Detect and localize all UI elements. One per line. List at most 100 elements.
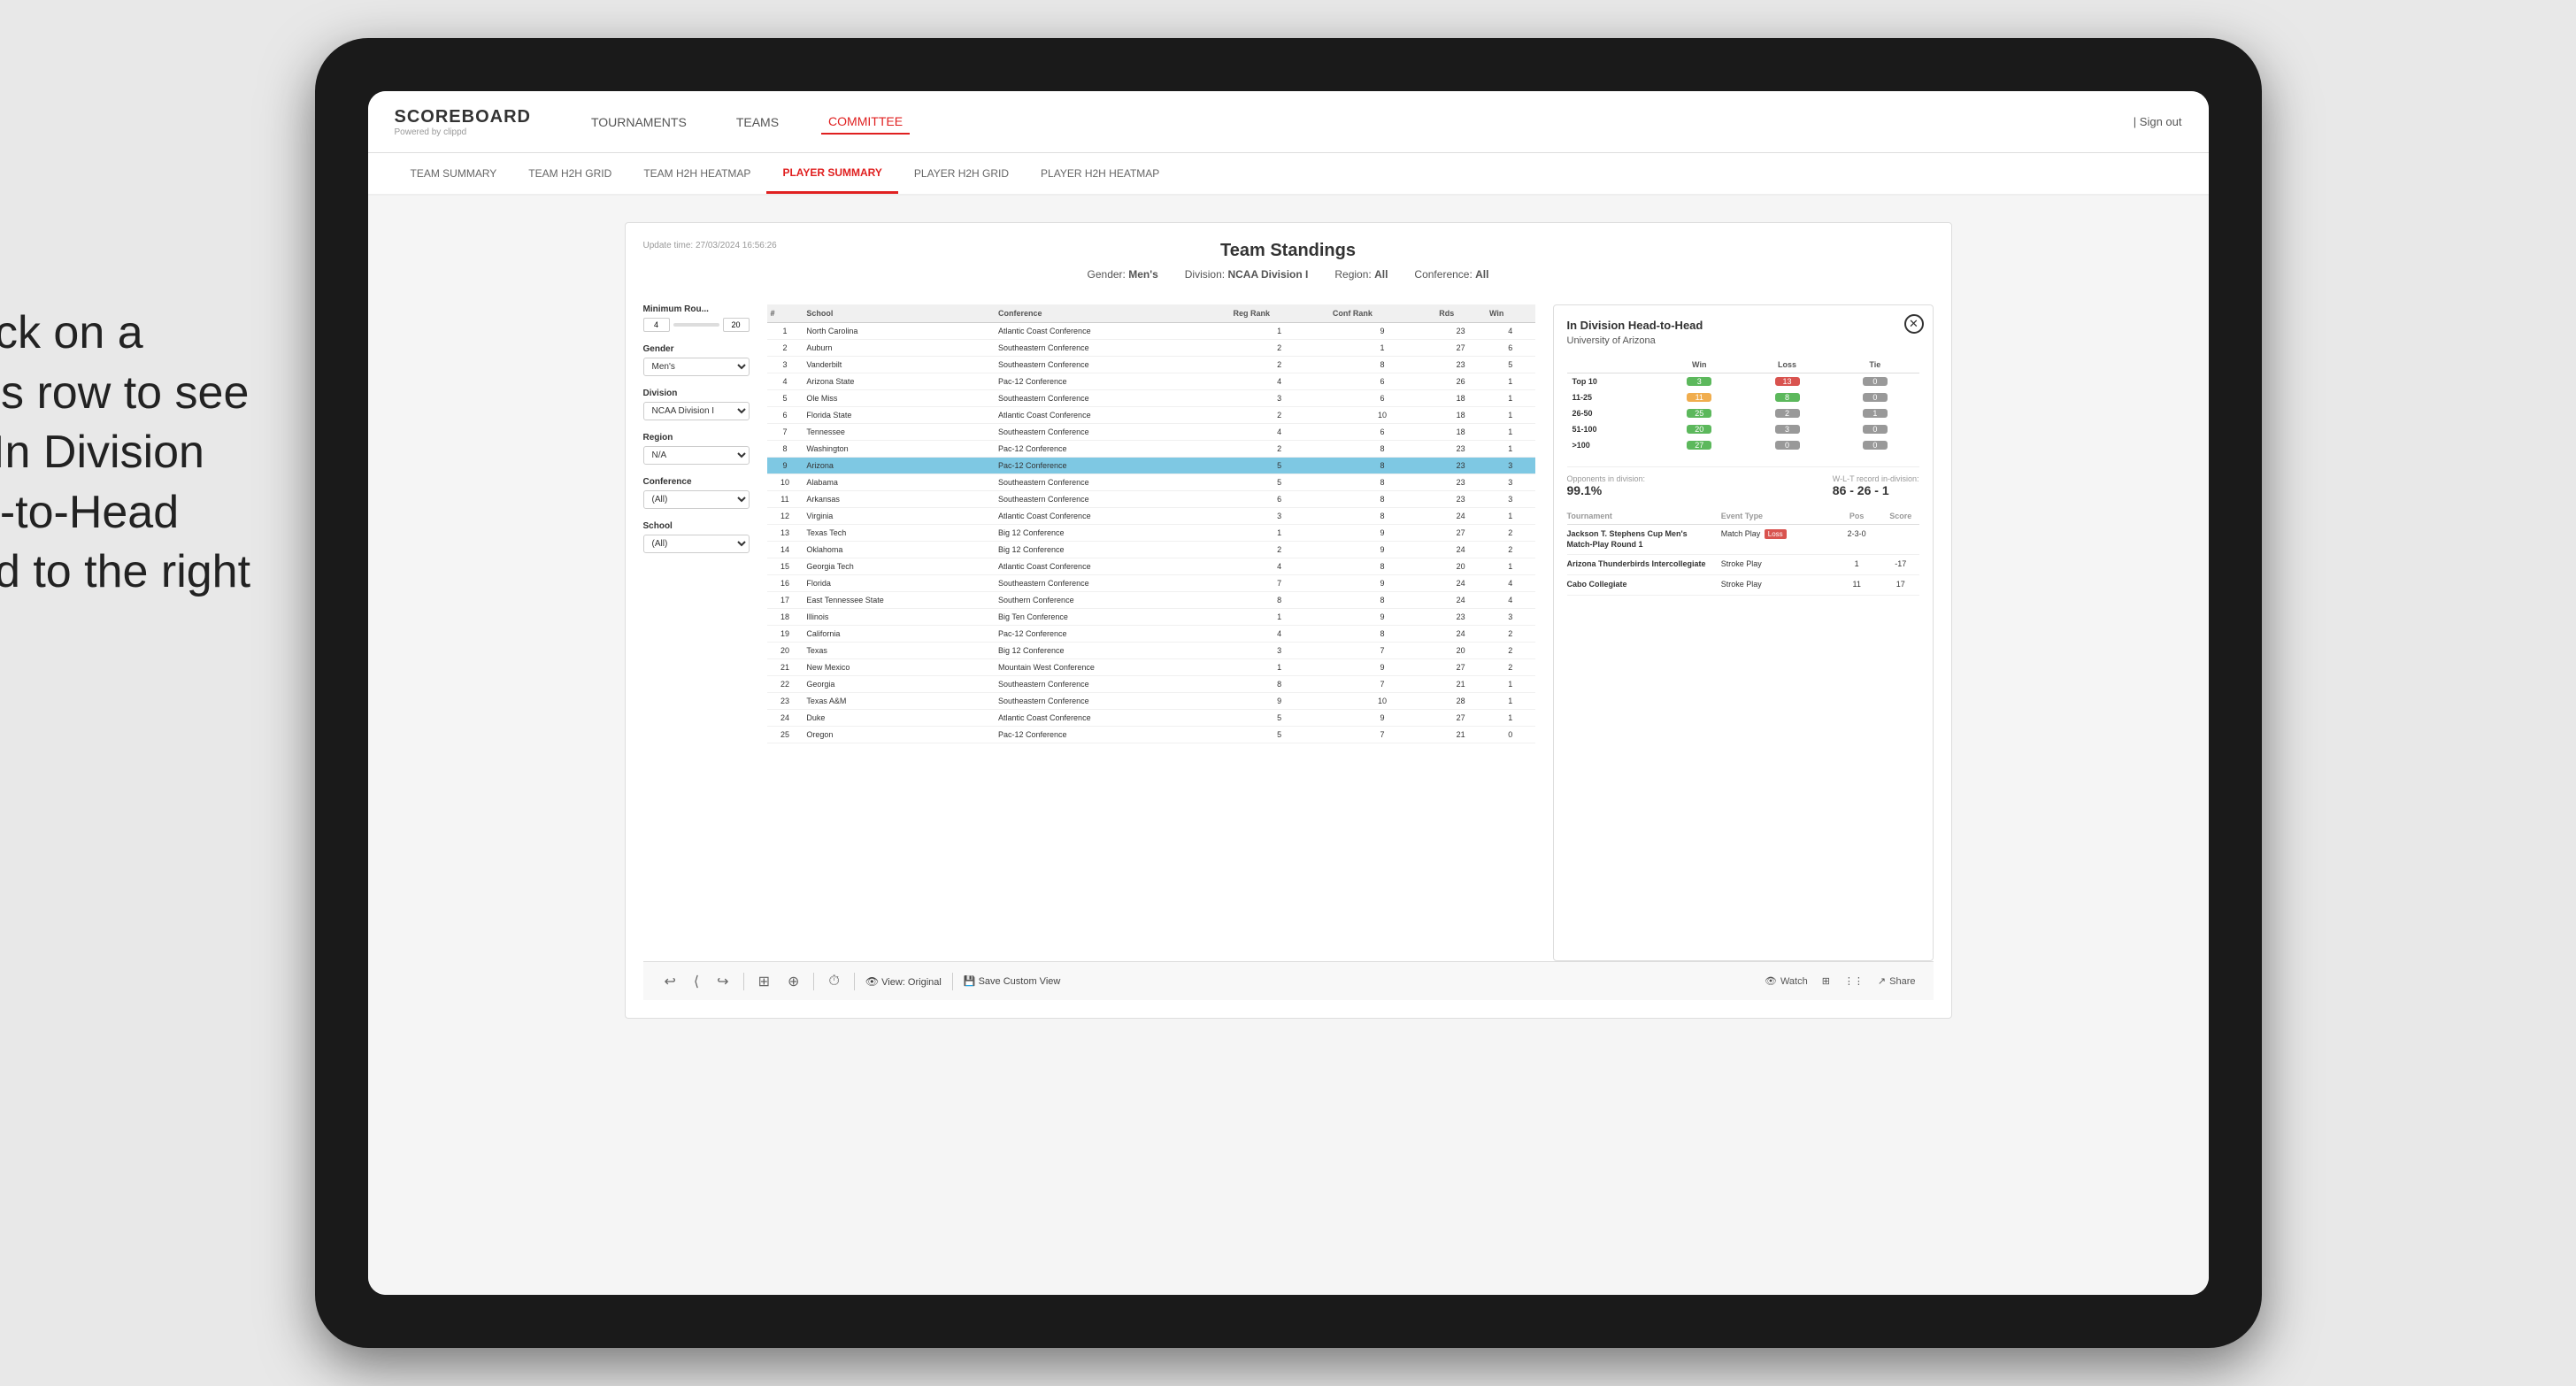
table-row[interactable]: 1 North Carolina Atlantic Coast Conferen… bbox=[767, 323, 1535, 340]
cell-reg-rank: 4 bbox=[1229, 626, 1328, 643]
cell-conf-rank: 9 bbox=[1329, 609, 1435, 626]
annotation-text: 5. Click on a team's row to see their In… bbox=[0, 304, 262, 603]
undo-button[interactable]: ↩ bbox=[661, 969, 680, 994]
tournament-row-1[interactable]: Jackson T. Stephens Cup Men's Match-Play… bbox=[1567, 525, 1919, 555]
division-select[interactable]: NCAA Division I bbox=[643, 402, 750, 420]
sign-out-link[interactable]: | Sign out bbox=[2134, 115, 2182, 128]
cell-school: Arizona bbox=[803, 458, 995, 474]
table-row[interactable]: 9 Arizona Pac-12 Conference 5 8 23 3 bbox=[767, 458, 1535, 474]
region-filter: Region: All bbox=[1334, 268, 1388, 281]
subnav-team-h2h-grid[interactable]: TEAM H2H GRID bbox=[512, 155, 627, 192]
add-button[interactable]: ⊕ bbox=[784, 969, 803, 994]
watch-button[interactable]: 👁 Watch bbox=[1765, 975, 1808, 987]
col-tournament: Tournament bbox=[1567, 512, 1714, 520]
table-row[interactable]: 12 Virginia Atlantic Coast Conference 3 … bbox=[767, 508, 1535, 525]
table-row[interactable]: 17 East Tennessee State Southern Confere… bbox=[767, 592, 1535, 609]
close-button[interactable]: ✕ bbox=[1904, 314, 1924, 334]
school-select[interactable]: (All) bbox=[643, 535, 750, 553]
h2h-tie: 0 bbox=[1831, 437, 1919, 453]
grid-button[interactable]: ⋮⋮ bbox=[1844, 975, 1864, 987]
view-original-label[interactable]: 👁 View: Original bbox=[865, 975, 942, 988]
subnav-team-h2h-heatmap[interactable]: TEAM H2H HEATMAP bbox=[627, 155, 766, 192]
table-row[interactable]: 2 Auburn Southeastern Conference 2 1 27 … bbox=[767, 340, 1535, 357]
table-row[interactable]: 13 Texas Tech Big 12 Conference 1 9 27 2 bbox=[767, 525, 1535, 542]
region-select-group: Region N/A bbox=[643, 433, 750, 465]
subnav-team-summary[interactable]: TEAM SUMMARY bbox=[395, 155, 513, 192]
table-row[interactable]: 19 California Pac-12 Conference 4 8 24 2 bbox=[767, 626, 1535, 643]
min-rounds-label: Minimum Rou... bbox=[643, 304, 750, 314]
step-back-button[interactable]: ⟨ bbox=[690, 969, 703, 994]
table-row[interactable]: 25 Oregon Pac-12 Conference 5 7 21 0 bbox=[767, 727, 1535, 743]
main-content: Update time: 27/03/2024 16:56:26 Team St… bbox=[368, 196, 2209, 1295]
cell-rds: 23 bbox=[1435, 458, 1486, 474]
tournament-row-3[interactable]: Cabo Collegiate Stroke Play 11 17 bbox=[1567, 575, 1919, 596]
nav-teams[interactable]: TEAMS bbox=[729, 111, 786, 134]
save-custom-label[interactable]: 💾 Save Custom View bbox=[964, 975, 1061, 987]
table-row[interactable]: 10 Alabama Southeastern Conference 5 8 2… bbox=[767, 474, 1535, 491]
cell-conference: Big Ten Conference bbox=[995, 609, 1229, 626]
cell-school: Florida bbox=[803, 575, 995, 592]
h2h-tie: 0 bbox=[1831, 421, 1919, 437]
cell-win: 2 bbox=[1486, 525, 1535, 542]
tablet-frame: 5. Click on a team's row to see their In… bbox=[315, 38, 2262, 1348]
cell-reg-rank: 2 bbox=[1229, 407, 1328, 424]
conference-select-label: Conference bbox=[643, 477, 750, 487]
subnav-player-h2h-grid[interactable]: PLAYER H2H GRID bbox=[898, 155, 1025, 192]
table-row[interactable]: 11 Arkansas Southeastern Conference 6 8 … bbox=[767, 491, 1535, 508]
h2h-row: 11-25 11 8 0 bbox=[1567, 389, 1919, 405]
h2h-row: Top 10 3 13 0 bbox=[1567, 373, 1919, 390]
table-row[interactable]: 5 Ole Miss Southeastern Conference 3 6 1… bbox=[767, 390, 1535, 407]
table-row[interactable]: 21 New Mexico Mountain West Conference 1… bbox=[767, 659, 1535, 676]
cell-num: 18 bbox=[767, 609, 804, 626]
tournament-pos-1: 2-3-0 bbox=[1838, 529, 1875, 538]
share-button[interactable]: ↗ Share bbox=[1878, 975, 1916, 987]
subnav-player-summary[interactable]: PLAYER SUMMARY bbox=[766, 154, 897, 194]
table-row[interactable]: 20 Texas Big 12 Conference 3 7 20 2 bbox=[767, 643, 1535, 659]
table-row[interactable]: 22 Georgia Southeastern Conference 8 7 2… bbox=[767, 676, 1535, 693]
table-row[interactable]: 7 Tennessee Southeastern Conference 4 6 … bbox=[767, 424, 1535, 441]
subnav-player-h2h-heatmap[interactable]: PLAYER H2H HEATMAP bbox=[1025, 155, 1175, 192]
nav-committee[interactable]: COMMITTEE bbox=[821, 110, 910, 135]
cell-num: 21 bbox=[767, 659, 804, 676]
region-select[interactable]: N/A bbox=[643, 446, 750, 465]
table-row[interactable]: 6 Florida State Atlantic Coast Conferenc… bbox=[767, 407, 1535, 424]
region-select-label: Region bbox=[643, 433, 750, 443]
record-label: W-L-T record in-division: bbox=[1833, 474, 1919, 483]
table-row[interactable]: 24 Duke Atlantic Coast Conference 5 9 27… bbox=[767, 710, 1535, 727]
table-row[interactable]: 14 Oklahoma Big 12 Conference 2 9 24 2 bbox=[767, 542, 1535, 558]
cell-rds: 21 bbox=[1435, 727, 1486, 743]
min-rounds-min-input[interactable] bbox=[643, 318, 670, 332]
table-row[interactable]: 23 Texas A&M Southeastern Conference 9 1… bbox=[767, 693, 1535, 710]
h2h-row: >100 27 0 0 bbox=[1567, 437, 1919, 453]
school-select-group: School (All) bbox=[643, 521, 750, 553]
conference-select[interactable]: (All) bbox=[643, 490, 750, 509]
crop-button[interactable]: ⊞ bbox=[755, 969, 773, 994]
gender-select[interactable]: Men's bbox=[643, 358, 750, 376]
table-row[interactable]: 16 Florida Southeastern Conference 7 9 2… bbox=[767, 575, 1535, 592]
cell-conference: Southeastern Conference bbox=[995, 575, 1229, 592]
clock-button[interactable]: ⏱ bbox=[825, 970, 842, 993]
cell-conf-rank: 8 bbox=[1329, 357, 1435, 373]
opponents-label: Opponents in division: bbox=[1567, 474, 1646, 483]
cell-rds: 24 bbox=[1435, 626, 1486, 643]
table-row[interactable]: 18 Illinois Big Ten Conference 1 9 23 3 bbox=[767, 609, 1535, 626]
table-row[interactable]: 3 Vanderbilt Southeastern Conference 2 8… bbox=[767, 357, 1535, 373]
cell-conference: Southeastern Conference bbox=[995, 390, 1229, 407]
cell-rds: 28 bbox=[1435, 693, 1486, 710]
cell-school: Auburn bbox=[803, 340, 995, 357]
range-slider[interactable] bbox=[673, 323, 719, 327]
tournament-row-2[interactable]: Arizona Thunderbirds Intercollegiate Str… bbox=[1567, 555, 1919, 575]
cell-rds: 24 bbox=[1435, 508, 1486, 525]
tournament-type-3: Stroke Play bbox=[1721, 580, 1832, 589]
nav-tournaments[interactable]: TOURNAMENTS bbox=[584, 111, 694, 134]
table-row[interactable]: 8 Washington Pac-12 Conference 2 8 23 1 bbox=[767, 441, 1535, 458]
layout-button[interactable]: ⊞ bbox=[1822, 975, 1830, 987]
table-row[interactable]: 15 Georgia Tech Atlantic Coast Conferenc… bbox=[767, 558, 1535, 575]
table-row[interactable]: 4 Arizona State Pac-12 Conference 4 6 26… bbox=[767, 373, 1535, 390]
cell-conference: Southeastern Conference bbox=[995, 693, 1229, 710]
h2h-win: 27 bbox=[1656, 437, 1743, 453]
redo-button[interactable]: ↪ bbox=[713, 969, 732, 994]
min-rounds-max-input[interactable] bbox=[723, 318, 750, 332]
h2h-panel: ✕ In Division Head-to-Head University of… bbox=[1553, 304, 1934, 961]
cell-conference: Pac-12 Conference bbox=[995, 727, 1229, 743]
